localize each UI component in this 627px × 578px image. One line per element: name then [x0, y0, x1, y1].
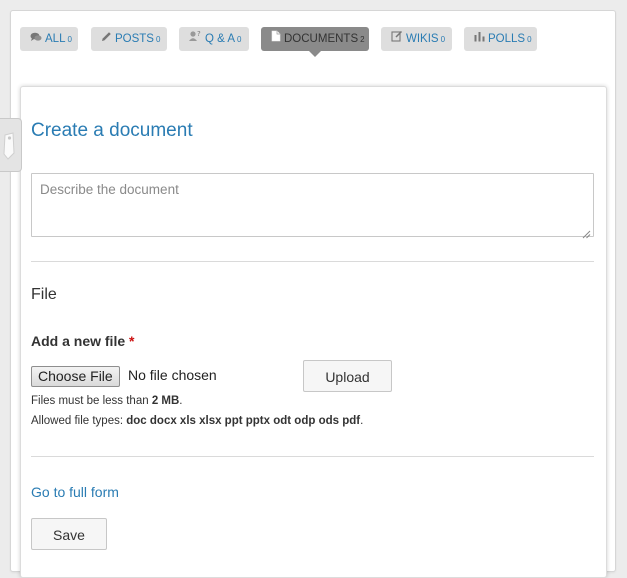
- bar-chart-icon: [474, 27, 485, 51]
- full-form-link[interactable]: Go to full form: [31, 484, 119, 500]
- tab-label: Q & A: [205, 33, 236, 46]
- chat-bubbles-icon: [30, 27, 42, 51]
- required-marker: *: [129, 333, 135, 349]
- size-prefix: Files must be less than: [31, 395, 152, 407]
- form-title: Create a document: [31, 120, 193, 141]
- svg-text:?: ?: [197, 30, 201, 38]
- tab-count: 0: [67, 35, 72, 45]
- types-value: doc docx xls xlsx ppt pptx odt odp ods p…: [126, 415, 361, 427]
- tab-label: POSTS: [115, 33, 154, 46]
- question-people-icon: ?: [189, 27, 202, 51]
- tab-label: POLLS: [488, 33, 526, 46]
- size-suffix: .: [179, 395, 183, 407]
- document-icon: [271, 27, 281, 51]
- description-textarea[interactable]: [31, 173, 594, 237]
- tab-all[interactable]: ALL 0: [20, 27, 78, 51]
- tab-posts[interactable]: POSTS 0: [91, 27, 167, 51]
- pencil-icon: [101, 27, 112, 51]
- choose-file-button[interactable]: Choose File: [31, 366, 120, 387]
- no-file-chosen-text: No file chosen: [128, 367, 217, 383]
- tab-count: 0: [527, 35, 532, 45]
- divider: [31, 261, 594, 262]
- save-button[interactable]: Save: [31, 518, 107, 550]
- tab-label: WIKIS: [406, 33, 439, 46]
- divider: [31, 456, 594, 457]
- tab-count: 0: [155, 35, 161, 45]
- allowed-types-text: Allowed file types: doc docx xls xlsx pp…: [31, 415, 363, 427]
- types-prefix: Allowed file types:: [31, 415, 127, 427]
- types-suffix: .: [360, 415, 364, 427]
- tab-label: ALL: [45, 33, 66, 46]
- tab-count: 0: [440, 35, 446, 45]
- resize-grip-icon[interactable]: [582, 226, 591, 244]
- tab-wikis[interactable]: WIKIS 0: [381, 27, 452, 51]
- tab-count: 2: [360, 35, 365, 45]
- tab-documents[interactable]: DOCUMENTS 2: [261, 27, 369, 57]
- tab-label: DOCUMENTS: [284, 33, 359, 46]
- upload-button[interactable]: Upload: [303, 360, 392, 392]
- edit-page-icon: [391, 27, 403, 51]
- add-file-label-text: Add a new file: [31, 333, 126, 349]
- file-section-heading: File: [31, 286, 57, 303]
- size-limit-text: Files must be less than 2 MB.: [31, 395, 183, 407]
- tab-qa[interactable]: ? Q & A0: [179, 27, 249, 51]
- size-value: 2 MB: [151, 395, 180, 407]
- tab-polls[interactable]: POLLS 0: [464, 27, 537, 51]
- tag-icon: [2, 131, 16, 166]
- add-file-label: Add a new file *: [31, 333, 134, 349]
- tab-count: 0: [237, 35, 242, 45]
- flag-tab[interactable]: [0, 118, 22, 172]
- create-document-form: [20, 86, 607, 578]
